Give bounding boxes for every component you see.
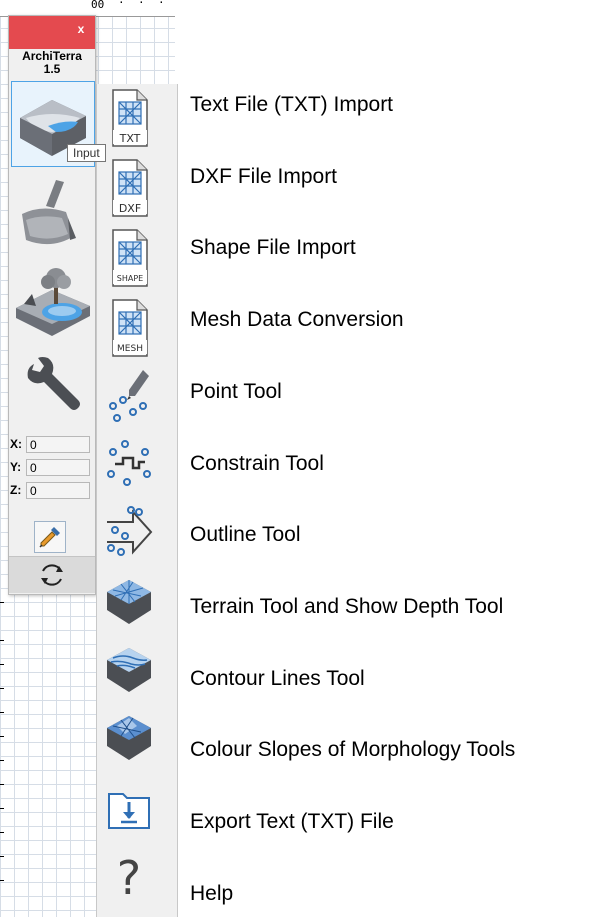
txt-file-icon: TXT [112, 89, 148, 147]
x-label: X: [10, 437, 22, 451]
contour-lines-icon [107, 648, 151, 692]
terrain-tool-button[interactable] [103, 570, 155, 630]
eyedropper-icon [39, 527, 60, 548]
shape-import-button[interactable]: SHAPE [103, 228, 155, 288]
shape-icon-text: SHAPE [117, 274, 143, 283]
help-button[interactable]: ? [103, 846, 155, 906]
dxf-icon-text: DXF [119, 202, 141, 215]
mesh-conversion-button[interactable]: MESH [103, 298, 155, 358]
panel-titlebar[interactable]: x [9, 16, 95, 49]
wrench-icon [27, 357, 81, 410]
label-txt-import: Text File (TXT) Import [190, 93, 394, 116]
z-label: Z: [10, 483, 22, 497]
dxf-import-button[interactable]: DXF [103, 158, 155, 218]
left-ruler [0, 590, 6, 917]
label-colour-slopes: Colour Slopes of Morphology Tools [190, 738, 516, 761]
eyedropper-button[interactable] [34, 521, 66, 553]
ruler-number: 00 [91, 0, 105, 11]
label-outline-tool: Outline Tool [190, 523, 301, 546]
refresh-button[interactable] [9, 556, 95, 593]
help-icon-text: ? [117, 851, 141, 905]
label-mesh-conversion: Mesh Data Conversion [190, 308, 404, 331]
terrain-mesh-icon [107, 580, 151, 624]
outline-tool-button[interactable] [103, 502, 155, 562]
y-coordinate-row: Y: 0 [9, 457, 95, 479]
label-shape-import: Shape File Import [190, 236, 356, 259]
label-contour-lines: Contour Lines Tool [190, 667, 365, 690]
label-dxf-import: DXF File Import [190, 165, 338, 188]
label-point-tool: Point Tool [190, 380, 282, 403]
landscape-tool-button[interactable] [12, 264, 92, 344]
export-txt-button[interactable] [103, 778, 155, 838]
excavator-bucket-icon [22, 180, 76, 245]
outline-arrow-icon [107, 506, 153, 556]
architerra-panel: x ArchiTerra 1.5 Input X: 0 Y: 0 Z: 0 [8, 15, 106, 595]
tree-pond-icon [16, 268, 90, 336]
app-version: 1.5 [43, 62, 61, 76]
excavator-tool-button[interactable] [12, 174, 92, 254]
tools-toolbar: TXT DXF SHAPE MESH ? [96, 84, 178, 917]
txt-import-button[interactable]: TXT [103, 88, 155, 148]
refresh-icon [41, 564, 63, 586]
label-help: Help [190, 882, 234, 905]
mesh-file-icon: MESH [112, 299, 148, 357]
colour-slopes-icon [107, 716, 151, 760]
constrain-icon [107, 440, 151, 486]
input-tooltip: Input [67, 144, 106, 162]
shape-file-icon: SHAPE [112, 229, 148, 287]
label-terrain-tool: Terrain Tool and Show Depth Tool [190, 595, 504, 618]
point-tool-button[interactable] [103, 366, 155, 426]
close-button[interactable]: x [74, 22, 88, 36]
x-coordinate-input[interactable]: 0 [26, 436, 90, 453]
dxf-file-icon: DXF [112, 159, 148, 217]
z-coordinate-input[interactable]: 0 [26, 482, 90, 499]
constrain-tool-button[interactable] [103, 434, 155, 494]
label-constrain-tool: Constrain Tool [190, 452, 324, 475]
y-coordinate-input[interactable]: 0 [26, 459, 90, 476]
y-label: Y: [10, 460, 22, 474]
x-coordinate-row: X: 0 [9, 434, 95, 456]
settings-tool-button[interactable] [12, 346, 92, 426]
colour-slopes-tool-button[interactable] [103, 706, 155, 766]
point-pen-icon [109, 370, 149, 422]
help-question-icon: ? [117, 851, 141, 905]
txt-icon-text: TXT [119, 132, 141, 145]
z-coordinate-row: Z: 0 [9, 480, 95, 502]
label-export-txt: Export Text (TXT) File [190, 810, 394, 833]
contour-lines-tool-button[interactable] [103, 638, 155, 698]
export-folder-icon [108, 793, 150, 829]
mesh-icon-text: MESH [117, 344, 143, 354]
